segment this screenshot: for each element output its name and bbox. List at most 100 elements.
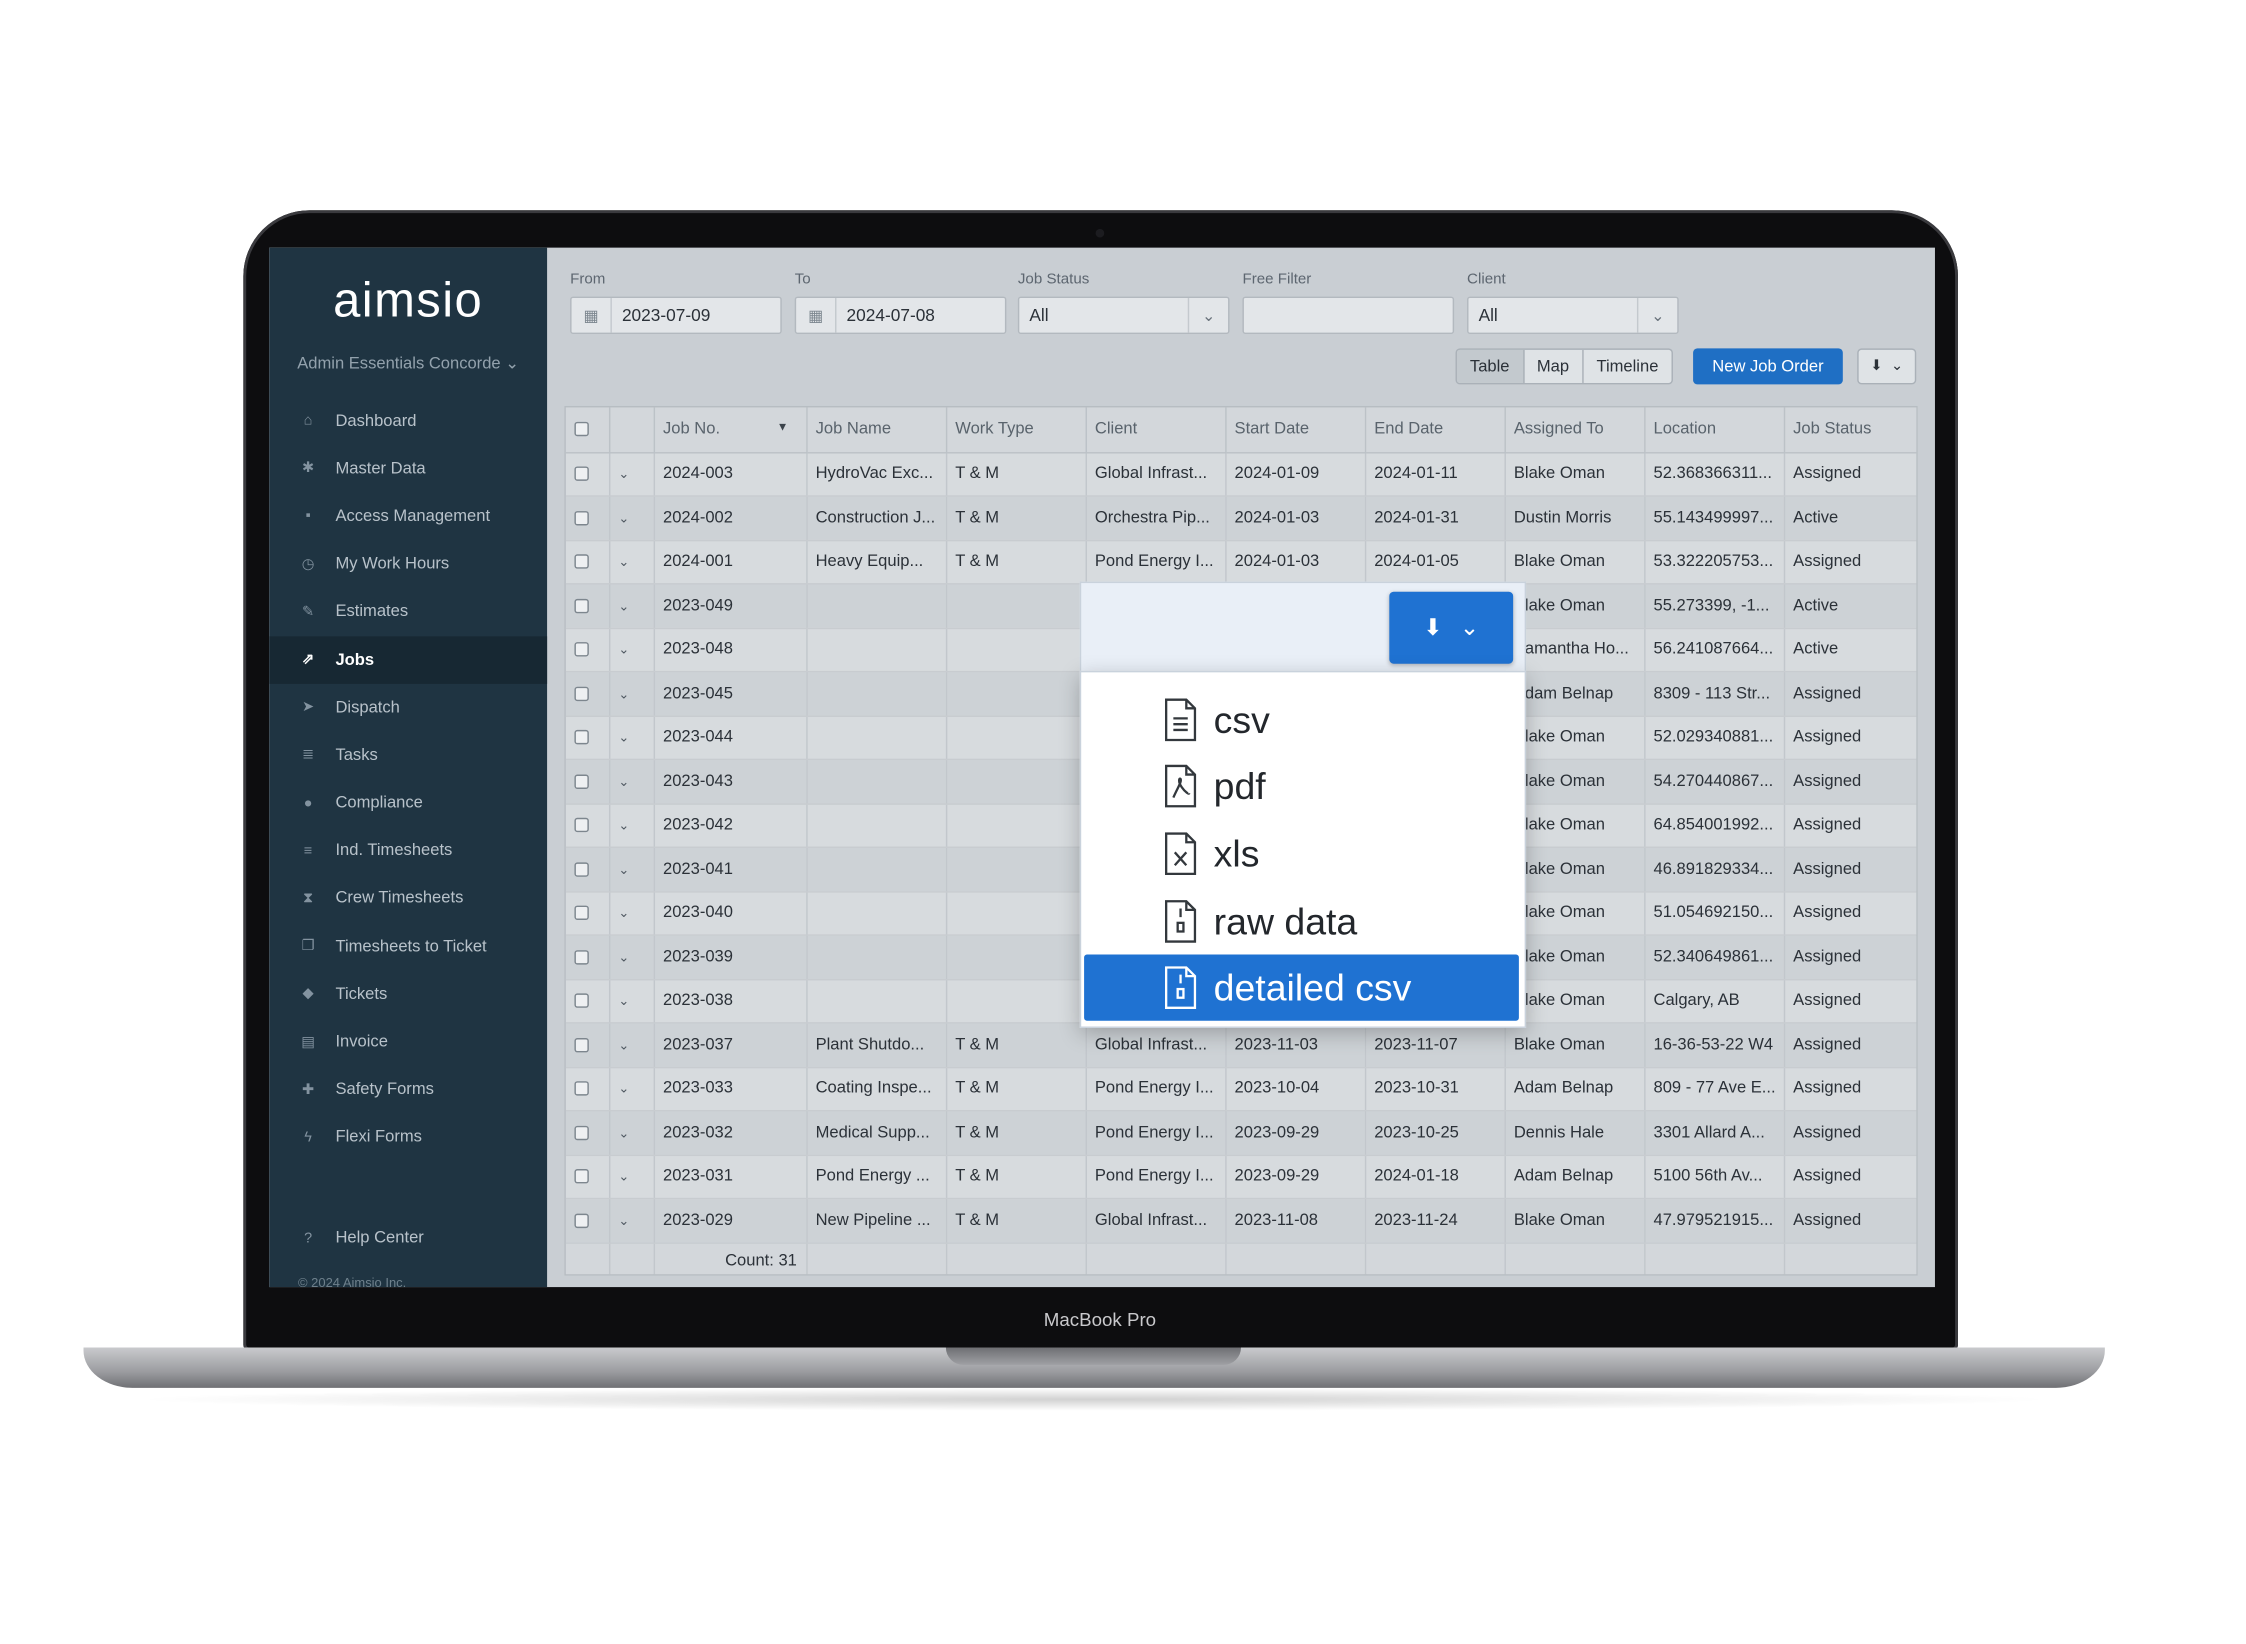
table-row[interactable]: ⌄ 2023-032 Medical Supp... T & M Pond Energy… — [565, 1110, 1917, 1156]
from-date-input[interactable]: ▦ 2023-07-09 — [570, 296, 782, 335]
chevron-down-icon[interactable]: ⌄ — [618, 1213, 629, 1227]
column-header-location[interactable]: Location — [1644, 407, 1785, 453]
organization-selector[interactable]: Admin Essentials Concorde ⌄ — [269, 353, 547, 373]
chevron-down-icon[interactable]: ⌄ — [618, 1169, 629, 1183]
row-checkbox[interactable] — [574, 1125, 589, 1140]
table-cell: Active — [1783, 583, 1917, 629]
select-all-checkbox[interactable] — [574, 422, 589, 437]
chevron-down-icon[interactable]: ⌄ — [618, 599, 629, 613]
column-header-job-no[interactable]: Job No. ▼ — [653, 407, 807, 453]
column-header-end-date[interactable]: End Date — [1364, 407, 1506, 453]
sidebar-item-help-center[interactable]: ? Help Center — [298, 1230, 424, 1247]
view-map-button[interactable]: Map — [1524, 349, 1584, 383]
row-checkbox[interactable] — [574, 730, 589, 745]
row-checkbox[interactable] — [574, 949, 589, 965]
job-status-select[interactable]: All ⌄ — [1017, 296, 1230, 335]
table-cell — [945, 847, 1087, 892]
sidebar-item-crew-timesheets[interactable]: ⧗ Crew Timesheets — [269, 875, 547, 923]
column-header-job-name[interactable]: Job Name — [806, 407, 947, 453]
chevron-down-icon[interactable]: ⌄ — [618, 686, 629, 700]
table-row[interactable]: ⌄ 2024-003 HydroVac Exc... T & M Global Infr… — [565, 452, 1917, 497]
export-option-csv[interactable]: csv — [1084, 687, 1519, 753]
free-filter-input[interactable] — [1242, 296, 1455, 335]
sidebar-item-tasks[interactable]: ≣ Tasks — [269, 732, 547, 780]
row-checkbox[interactable] — [574, 993, 589, 1009]
sidebar-item-jobs[interactable]: ⇗ Jobs — [269, 636, 548, 685]
sidebar-item-safety-forms[interactable]: ✚ Safety Forms — [269, 1066, 547, 1114]
row-checkbox[interactable] — [574, 466, 589, 482]
export-option-pdf[interactable]: pdf — [1084, 753, 1519, 819]
table-cell — [945, 803, 1087, 848]
row-expand-cell: ⌄ — [608, 1154, 655, 1200]
row-checkbox[interactable] — [574, 905, 589, 921]
row-expand-cell: ⌄ — [608, 627, 655, 673]
table-row[interactable]: ⌄ 2023-037 Plant Shutdo... T & M Global Infr… — [565, 1022, 1917, 1068]
table-cell: Assigned — [1783, 1110, 1917, 1156]
zip-file-icon — [1162, 966, 1214, 1009]
table-row[interactable]: ⌄ 2024-002 Construction J... T & M Orchestra… — [565, 495, 1917, 541]
table-cell: 2024-01-18 — [1364, 1154, 1506, 1200]
client-select[interactable]: All ⌄ — [1467, 296, 1679, 335]
row-checkbox[interactable] — [574, 554, 589, 569]
sidebar-item-master-data[interactable]: ✱ Master Data — [269, 445, 547, 493]
export-option-xls[interactable]: xls — [1084, 821, 1519, 887]
view-table-button[interactable]: Table — [1456, 349, 1524, 383]
table-cell: 52.340649861... — [1644, 935, 1785, 980]
chevron-down-icon[interactable]: ⌄ — [618, 730, 629, 744]
sidebar-item-timesheets-to-ticket[interactable]: ❐ Timesheets to Ticket — [269, 923, 547, 971]
to-date-input[interactable]: ▦ 2024-07-08 — [794, 296, 1007, 335]
column-header-client[interactable]: Client — [1085, 407, 1226, 453]
row-checkbox[interactable] — [574, 861, 589, 877]
column-header-work-type[interactable]: Work Type — [945, 407, 1087, 453]
sidebar-item-estimates[interactable]: ✎ Estimates — [269, 588, 547, 636]
sidebar-item-dashboard[interactable]: ⌂ Dashboard — [269, 397, 547, 445]
column-header-job-status[interactable]: Job Status — [1783, 407, 1917, 453]
row-checkbox[interactable] — [574, 642, 589, 657]
sidebar-item-dispatch[interactable]: ➤ Dispatch — [269, 684, 547, 732]
chevron-down-icon[interactable]: ⌄ — [618, 555, 629, 569]
sidebar-item-tickets[interactable]: ◆ Tickets — [269, 971, 547, 1019]
chevron-down-icon[interactable]: ⌄ — [618, 774, 629, 788]
row-checkbox[interactable] — [574, 510, 589, 526]
chevron-down-icon[interactable]: ⌄ — [618, 906, 629, 920]
export-dropdown-button[interactable]: ⬇ ⌄ — [1389, 591, 1514, 664]
chevron-down-icon[interactable]: ⌄ — [618, 467, 629, 481]
table-row[interactable]: ⌄ 2023-033 Coating Inspe... T & M Pond Energ… — [565, 1066, 1917, 1112]
table-cell — [945, 671, 1087, 717]
row-checkbox[interactable] — [574, 686, 589, 701]
chevron-down-icon[interactable]: ⌄ — [618, 1125, 629, 1139]
excel-file-icon — [1162, 832, 1214, 876]
chevron-down-icon[interactable]: ⌄ — [618, 994, 629, 1008]
row-checkbox[interactable] — [574, 774, 589, 789]
chevron-down-icon[interactable]: ⌄ — [618, 511, 629, 525]
row-checkbox[interactable] — [574, 1081, 589, 1096]
sidebar-item-invoice[interactable]: ▤ Invoice — [269, 1018, 547, 1066]
column-header-start-date[interactable]: Start Date — [1225, 407, 1366, 453]
table-row[interactable]: ⌄ 2024-001 Heavy Equip... T & M Pond Energy … — [565, 539, 1917, 585]
chevron-down-icon[interactable]: ⌄ — [618, 1082, 629, 1096]
new-job-order-button[interactable]: New Job Order — [1693, 348, 1843, 385]
export-option-detailed-csv[interactable]: detailed csv — [1084, 954, 1519, 1021]
sidebar-item-compliance[interactable]: ● Compliance — [269, 780, 547, 828]
sidebar-item-my-work-hours[interactable]: ◷ My Work Hours — [269, 541, 547, 589]
sidebar-item-ind-timesheets[interactable]: ≡ Ind. Timesheets — [269, 827, 547, 875]
sidebar-item-access-management[interactable]: ▪ Access Management — [269, 493, 547, 541]
row-checkbox[interactable] — [574, 1037, 589, 1053]
chevron-down-icon[interactable]: ⌄ — [618, 818, 629, 832]
export-option-raw-data[interactable]: raw data — [1084, 888, 1519, 954]
sidebar-item-flexi-forms[interactable]: ϟ Flexi Forms — [269, 1114, 547, 1162]
table-row[interactable]: ⌄ 2023-031 Pond Energy ... T & M Pond Energy… — [565, 1154, 1917, 1200]
table-cell: Pond Energy I... — [1085, 1066, 1226, 1112]
row-checkbox[interactable] — [574, 818, 589, 833]
view-timeline-button[interactable]: Timeline — [1583, 350, 1671, 383]
table-row[interactable]: ⌄ 2023-029 New Pipeline ... T & M Global Inf… — [565, 1198, 1917, 1244]
chevron-down-icon[interactable]: ⌄ — [618, 862, 629, 876]
row-checkbox[interactable] — [574, 598, 589, 613]
row-checkbox[interactable] — [574, 1213, 589, 1228]
export-button[interactable]: ⬇ ⌄ — [1857, 348, 1917, 385]
chevron-down-icon[interactable]: ⌄ — [618, 1038, 629, 1052]
column-header-assigned-to[interactable]: Assigned To — [1504, 407, 1645, 453]
chevron-down-icon[interactable]: ⌄ — [618, 950, 629, 964]
row-checkbox[interactable] — [574, 1169, 589, 1184]
chevron-down-icon[interactable]: ⌄ — [618, 642, 629, 656]
